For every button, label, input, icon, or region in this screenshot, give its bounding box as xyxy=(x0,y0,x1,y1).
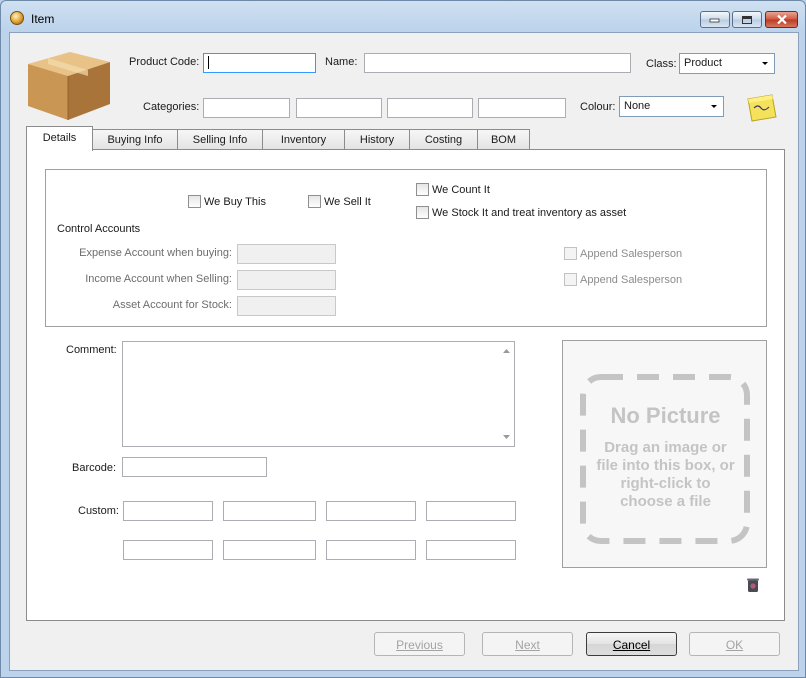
custom-input-5[interactable] xyxy=(123,540,213,560)
barcode-label: Barcode: xyxy=(72,462,117,474)
picture-hint-text: Drag an image or file into this box, or … xyxy=(596,439,735,510)
name-input[interactable] xyxy=(364,53,631,73)
scroll-up-icon[interactable] xyxy=(502,347,511,356)
picture-drop-zone[interactable]: No Picture Drag an image or file into th… xyxy=(562,340,767,568)
expense-account-input[interactable] xyxy=(237,244,336,264)
custom-input-7[interactable] xyxy=(326,540,416,560)
accounts-group: We Buy This We Sell It We Count It We St… xyxy=(45,169,767,327)
tab-bom[interactable]: BOM xyxy=(477,129,530,150)
tab-buying-info[interactable]: Buying Info xyxy=(92,129,178,150)
checkbox-box xyxy=(564,247,577,260)
checkbox-box xyxy=(188,195,201,208)
expense-account-label: Expense Account when buying: xyxy=(79,247,232,259)
custom-input-8[interactable] xyxy=(426,540,516,560)
category-input-3[interactable] xyxy=(387,98,473,118)
custom-input-6[interactable] xyxy=(223,540,316,560)
dialog-client-area: Product Code: Name: Class: Product Categ… xyxy=(9,32,799,671)
maximize-icon xyxy=(742,15,752,24)
comment-textarea[interactable] xyxy=(122,341,515,447)
minimize-icon xyxy=(709,18,720,22)
append-salesperson-checkbox-2[interactable]: Append Salesperson xyxy=(564,273,682,286)
category-input-2[interactable] xyxy=(296,98,382,118)
scroll-down-icon[interactable] xyxy=(502,432,511,441)
tab-costing[interactable]: Costing xyxy=(409,129,478,150)
class-value: Product xyxy=(684,57,722,69)
category-input-1[interactable] xyxy=(203,98,290,118)
we-stock-it-checkbox[interactable]: We Stock It and treat inventory as asset xyxy=(416,206,626,219)
minimize-button[interactable] xyxy=(700,11,730,28)
custom-input-1[interactable] xyxy=(123,501,213,521)
product-box-icon xyxy=(28,52,110,120)
control-accounts-label: Control Accounts xyxy=(57,223,141,235)
colour-select[interactable]: None xyxy=(619,96,724,117)
class-label: Class: xyxy=(646,58,677,70)
income-account-input[interactable] xyxy=(237,270,336,290)
close-icon xyxy=(776,14,787,25)
no-picture-title: No Picture xyxy=(610,403,721,428)
append-salesperson-checkbox-1[interactable]: Append Salesperson xyxy=(564,247,682,260)
asset-account-input[interactable] xyxy=(237,296,336,316)
we-sell-it-checkbox[interactable]: We Sell It xyxy=(308,195,371,208)
app-icon xyxy=(10,11,24,25)
trash-icon[interactable] xyxy=(746,577,760,593)
colour-value: None xyxy=(624,100,651,112)
income-account-label: Income Account when Selling: xyxy=(85,273,232,285)
tab-details[interactable]: Details xyxy=(26,126,93,151)
checkbox-box xyxy=(564,273,577,286)
custom-input-3[interactable] xyxy=(326,501,416,521)
window-title: Item xyxy=(31,12,55,26)
name-label: Name: xyxy=(325,56,358,68)
tab-history[interactable]: History xyxy=(344,129,410,150)
chevron-down-icon xyxy=(711,105,717,108)
custom-input-4[interactable] xyxy=(426,501,516,521)
chevron-down-icon xyxy=(762,62,768,65)
category-input-4[interactable] xyxy=(478,98,566,118)
custom-input-2[interactable] xyxy=(223,501,316,521)
checkbox-box xyxy=(416,183,429,196)
next-button[interactable]: Next xyxy=(482,632,573,656)
product-code-label: Product Code: xyxy=(129,56,200,68)
previous-button[interactable]: Previous xyxy=(374,632,465,656)
close-button[interactable] xyxy=(765,11,798,28)
product-code-input[interactable] xyxy=(203,53,316,73)
maximize-button[interactable] xyxy=(732,11,762,28)
title-bar[interactable]: Item xyxy=(1,1,805,33)
ok-button[interactable]: OK xyxy=(689,632,780,656)
tab-selling-info[interactable]: Selling Info xyxy=(177,129,263,150)
details-tab-panel: We Buy This We Sell It We Count It We St… xyxy=(26,149,785,621)
checkbox-box xyxy=(416,206,429,219)
item-window: Item Product Code: Name: Class: Product xyxy=(0,0,806,678)
sticky-note-icon[interactable] xyxy=(746,93,778,123)
we-count-it-checkbox[interactable]: We Count It xyxy=(416,183,490,196)
checkbox-box xyxy=(308,195,321,208)
asset-account-label: Asset Account for Stock: xyxy=(112,299,232,311)
class-select[interactable]: Product xyxy=(679,53,775,74)
categories-label: Categories: xyxy=(143,101,200,113)
comment-label: Comment: xyxy=(66,344,117,356)
tab-inventory[interactable]: Inventory xyxy=(262,129,345,150)
cancel-button[interactable]: Cancel xyxy=(586,632,677,656)
we-buy-this-checkbox[interactable]: We Buy This xyxy=(188,195,266,208)
colour-label: Colour: xyxy=(580,101,616,113)
barcode-input[interactable] xyxy=(122,457,267,477)
custom-label: Custom: xyxy=(78,505,119,517)
